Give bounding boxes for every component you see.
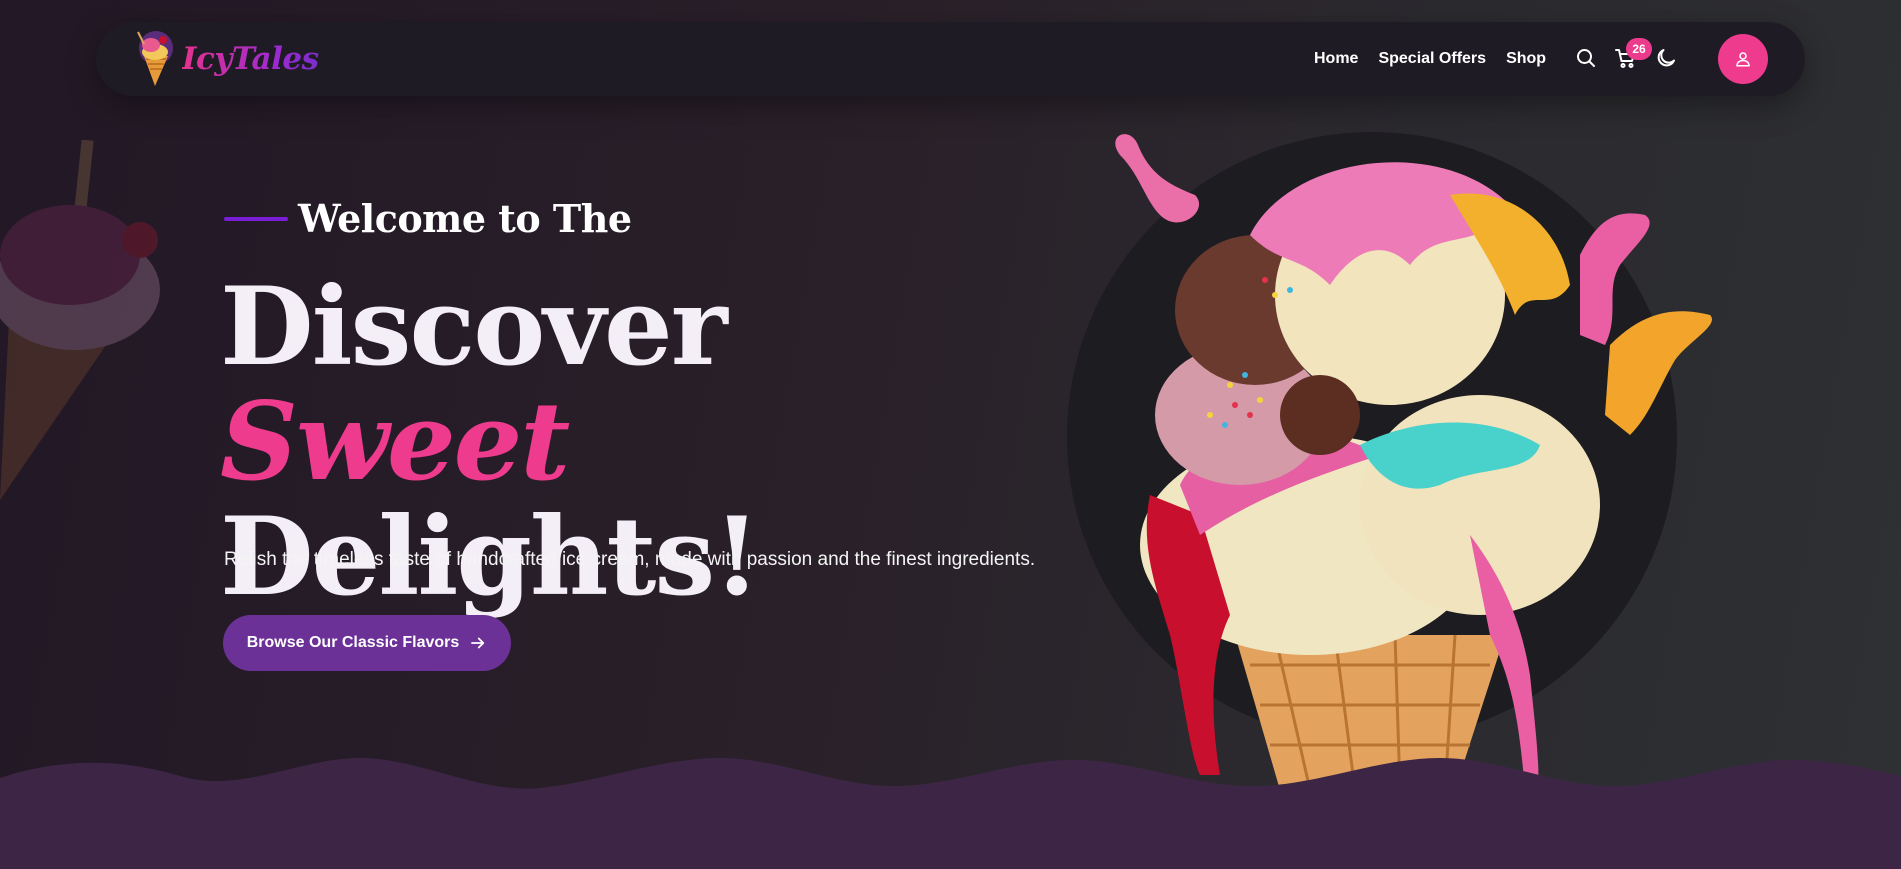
nav-link-home[interactable]: Home (1314, 50, 1358, 68)
wave-divider (0, 758, 1901, 869)
nav-link-special-offers[interactable]: Special Offers (1378, 50, 1486, 68)
eyebrow-text: Welcome to The (298, 196, 632, 241)
ice-cream-logo-icon (137, 31, 173, 86)
brand-logo[interactable]: IcyTales (134, 30, 319, 88)
arrow-right-icon (471, 637, 485, 649)
account-button[interactable] (1718, 34, 1768, 84)
cart-count-badge: 26 (1626, 38, 1652, 60)
brand-name: IcyTales (182, 41, 319, 77)
hero-eyebrow: Welcome to The (224, 196, 632, 241)
hero-ice-cream-image (1067, 132, 1712, 790)
hero-subtext: Relish the timeless taste of handcrafted… (224, 549, 1036, 570)
search-icon[interactable] (1574, 46, 1598, 70)
cta-label: Browse Our Classic Flavors (246, 634, 460, 651)
browse-flavors-button[interactable]: Browse Our Classic Flavors (223, 615, 511, 671)
headline-part1: Discover (220, 264, 728, 390)
top-navbar: IcyTales Home Special Offers Shop 26 (96, 22, 1805, 96)
moon-icon[interactable] (1654, 46, 1678, 70)
headline-accent: Sweet (220, 379, 570, 505)
background-ice-cream-decoration (0, 140, 160, 500)
nav-link-shop[interactable]: Shop (1506, 50, 1546, 68)
user-icon (1736, 52, 1750, 67)
eyebrow-divider-line (224, 216, 288, 221)
nav-menu: Home Special Offers Shop (1314, 22, 1566, 96)
